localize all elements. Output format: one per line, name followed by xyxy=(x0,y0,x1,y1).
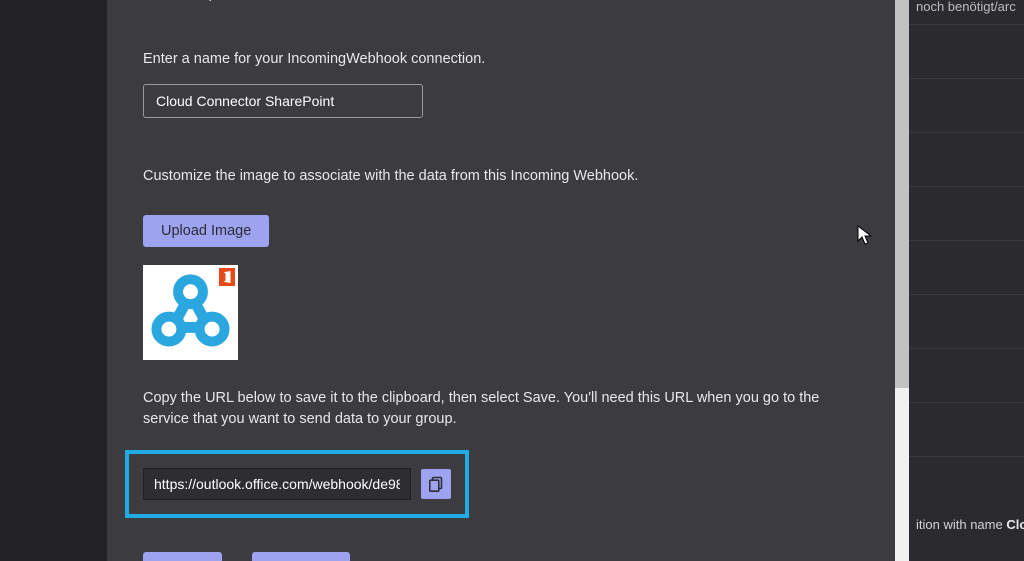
viewport-left-spacer xyxy=(0,0,107,561)
url-instruction-label: Copy the URL below to save it to the cli… xyxy=(143,388,859,430)
office-badge-icon xyxy=(219,268,235,286)
remove-button[interactable]: Remove xyxy=(252,552,350,561)
upload-image-button[interactable]: Upload Image xyxy=(143,215,269,247)
background-text-top: noch benötigt/arc xyxy=(916,0,1016,14)
scrollbar-thumb[interactable] xyxy=(895,0,909,388)
dialog-content: that's compatible with the Office 365 co… xyxy=(107,0,895,561)
webhook-url-field[interactable] xyxy=(143,468,411,500)
webhook-name-input[interactable] xyxy=(143,84,423,118)
background-divider-rows xyxy=(909,24,1024,510)
url-highlight-region xyxy=(125,450,469,518)
copy-icon xyxy=(428,476,444,492)
done-button[interactable]: Done xyxy=(143,552,222,561)
name-label: Enter a name for your IncomingWebhook co… xyxy=(143,49,859,70)
webhook-image-preview xyxy=(143,265,238,360)
background-text-bottom: ition with name Cloud xyxy=(916,517,1024,532)
action-buttons-row: Done Remove xyxy=(143,552,859,561)
webhook-config-dialog: that's compatible with the Office 365 co… xyxy=(107,0,909,561)
image-label: Customize the image to associate with th… xyxy=(143,166,859,187)
connector-format-link[interactable]: Office 365 connector format xyxy=(309,0,488,2)
copy-url-button[interactable] xyxy=(421,469,451,499)
background-channel-panel: noch benötigt/arc ition with name Cloud xyxy=(909,0,1024,561)
intro-text: that's compatible with the Office 365 co… xyxy=(143,0,859,5)
scrollbar-track[interactable] xyxy=(895,0,909,561)
